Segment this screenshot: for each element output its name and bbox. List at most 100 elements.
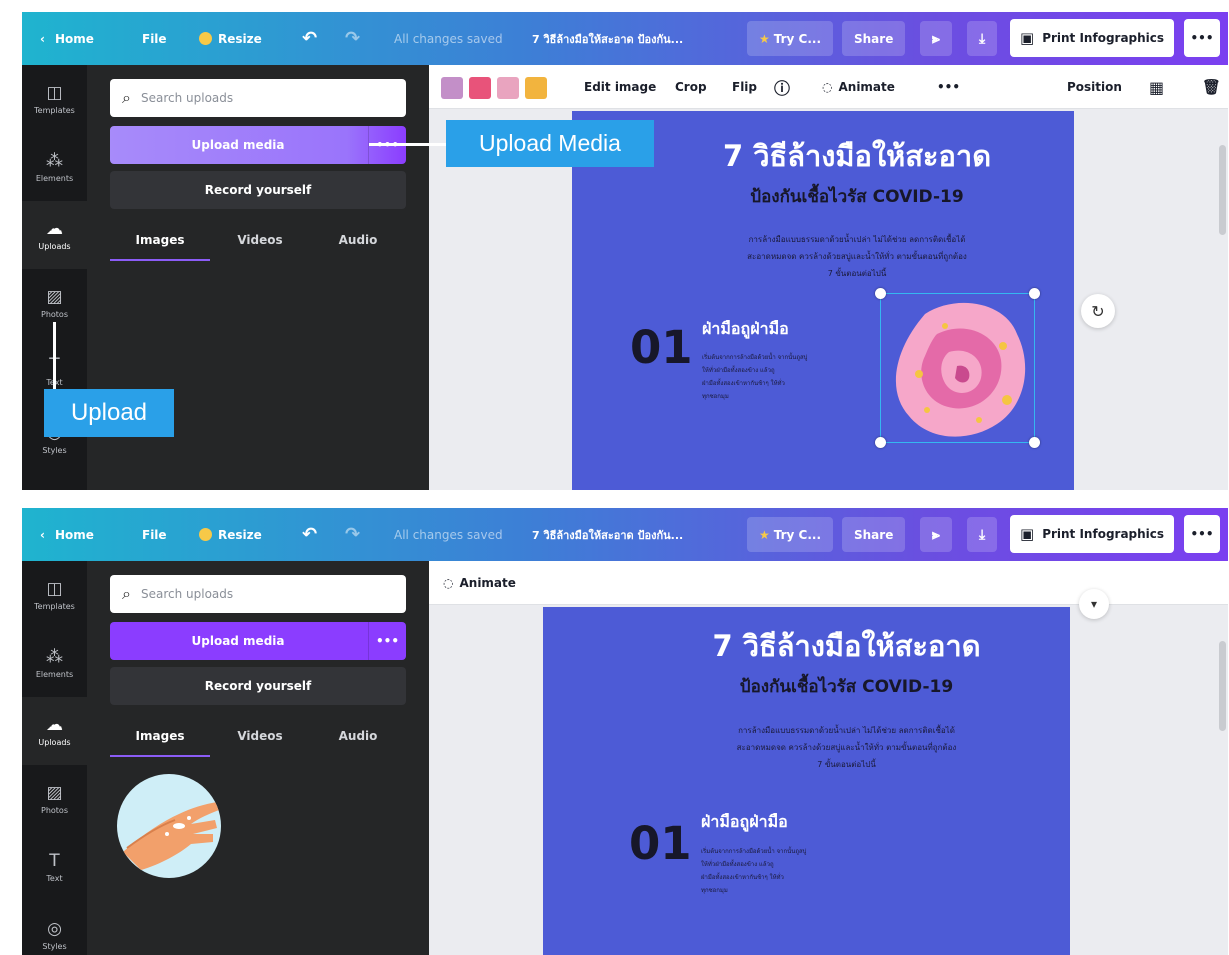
design-subtitle[interactable]: ป้องกันเชื้อไวรัส COVID-19 — [583, 673, 1070, 700]
rail-item-uploads[interactable]: ☁ Uploads — [22, 201, 87, 269]
save-status: All changes saved — [394, 31, 503, 46]
search-input[interactable]: ⌕ Search uploads — [110, 575, 406, 613]
rail-item-templates[interactable]: ◫ Templates — [22, 65, 87, 133]
vertical-scrollbar[interactable] — [1219, 641, 1226, 731]
resize-handle[interactable] — [1029, 288, 1040, 299]
file-menu[interactable]: File — [142, 508, 167, 561]
try-pro-button[interactable]: ★ Try C... — [747, 21, 834, 56]
download-icon[interactable]: ⤓ — [967, 21, 998, 56]
animate-icon: ◌ — [443, 576, 454, 590]
resize-handle[interactable] — [875, 437, 886, 448]
rail-item-styles[interactable]: ◎ Styles — [22, 901, 87, 955]
design-title[interactable]: 7 วิธีล้างมือให้สะอาด — [606, 133, 1074, 179]
desc-line: การล้างมือแบบธรรมดาด้วยน้ำเปล่า ไม่ได้ช่… — [738, 726, 955, 735]
design-description[interactable]: การล้างมือแบบธรรมดาด้วยน้ำเปล่า ไม่ได้ช่… — [606, 231, 1074, 282]
document-title[interactable]: 7 วิธีล้างมือให้สะอาด ป้องกัน... — [532, 12, 683, 65]
insights-icon[interactable]: ⫸ — [920, 21, 952, 56]
file-menu[interactable]: File — [142, 12, 167, 65]
screenshot-before-upload: ‹ Home File Resize ↶ ↷ All changes saved … — [22, 12, 1228, 490]
uploaded-image-thumbnail[interactable] — [117, 774, 221, 878]
rail-item-elements[interactable]: ⁂ Elements — [22, 629, 87, 697]
design-page[interactable]: 7 วิธีล้างมือให้สะอาด ป้องกันเชื้อไวรัส … — [543, 607, 1070, 955]
rotate-icon[interactable]: ↻ — [1081, 294, 1115, 328]
upload-more-icon[interactable]: ••• — [368, 622, 406, 660]
step-number[interactable]: 01 — [629, 817, 692, 870]
undo-icon[interactable]: ↶ — [302, 12, 317, 65]
transparency-icon[interactable]: ▦ — [1149, 65, 1164, 109]
download-icon[interactable]: ⤓ — [967, 517, 998, 552]
more-options-button[interactable]: ••• — [1184, 515, 1220, 553]
resize-handle[interactable] — [1029, 437, 1040, 448]
flip-button[interactable]: Flip — [732, 65, 757, 109]
tab-videos[interactable]: Videos — [210, 729, 310, 757]
rail-item-elements[interactable]: ⁂ Elements — [22, 133, 87, 201]
tab-videos[interactable]: Videos — [210, 233, 310, 261]
design-title[interactable]: 7 วิธีล้างมือให้สะอาด — [583, 623, 1070, 669]
try-pro-button[interactable]: ★ Try C... — [747, 517, 834, 552]
step-title[interactable]: ฝ่ามือถูฝ่ามือ — [701, 810, 788, 835]
color-swatch-4[interactable] — [525, 77, 547, 99]
print-infographics-button[interactable]: ▣ Print Infographics — [1010, 515, 1175, 553]
search-icon: ⌕ — [122, 88, 131, 107]
tab-audio[interactable]: Audio — [310, 233, 406, 261]
more-options-button[interactable]: ••• — [1184, 19, 1220, 57]
print-infographics-button[interactable]: ▣ Print Infographics — [1010, 19, 1175, 57]
delete-icon[interactable]: 🗑 — [1202, 65, 1221, 109]
home-button[interactable]: ‹ Home — [40, 508, 94, 561]
styles-icon: ◎ — [47, 918, 62, 939]
tab-audio[interactable]: Audio — [310, 729, 406, 757]
templates-icon: ◫ — [46, 82, 63, 103]
search-icon: ⌕ — [122, 584, 131, 603]
record-yourself-button[interactable]: Record yourself — [110, 171, 406, 209]
record-yourself-button[interactable]: Record yourself — [110, 667, 406, 705]
search-input[interactable]: ⌕ Search uploads — [110, 79, 406, 117]
animate-button[interactable]: ◌ Animate — [443, 561, 516, 605]
color-swatch-3[interactable] — [497, 77, 519, 99]
resize-handle[interactable] — [875, 288, 886, 299]
scroll-indicator-icon[interactable]: ▾ — [1079, 589, 1109, 619]
step-body[interactable]: เริ่มต้นจากการล้างมือด้วยน้ำ จากนั้นถูสบ… — [702, 351, 872, 403]
color-swatch-2[interactable] — [469, 77, 491, 99]
animate-button[interactable]: ◌ Animate — [822, 65, 895, 109]
rail-label: Uploads — [38, 737, 71, 747]
color-swatch-1[interactable] — [441, 77, 463, 99]
printer-icon: ▣ — [1020, 29, 1035, 47]
rail-item-text[interactable]: T Text — [22, 833, 87, 901]
tab-images[interactable]: Images — [110, 233, 210, 261]
chevron-left-icon: ‹ — [40, 31, 45, 46]
rail-item-templates[interactable]: ◫ Templates — [22, 561, 87, 629]
resize-button[interactable]: Resize — [199, 12, 262, 65]
rail-item-photos[interactable]: ▨ Photos — [22, 765, 87, 833]
printer-icon: ▣ — [1020, 525, 1035, 543]
crop-button[interactable]: Crop — [675, 65, 707, 109]
selection-box[interactable] — [875, 288, 1040, 448]
upload-media-button[interactable]: Upload media ••• — [110, 622, 406, 660]
step-number[interactable]: 01 — [630, 321, 693, 374]
home-button[interactable]: ‹ Home — [40, 12, 94, 65]
redo-icon[interactable]: ↷ — [345, 508, 360, 561]
design-description[interactable]: การล้างมือแบบธรรมดาด้วยน้ำเปล่า ไม่ได้ช่… — [583, 722, 1070, 773]
vertical-scrollbar[interactable] — [1219, 145, 1226, 235]
share-button[interactable]: Share — [842, 21, 906, 56]
step-body[interactable]: เริ่มต้นจากการล้างมือด้วยน้ำ จากนั้นถูสบ… — [701, 845, 871, 897]
share-button[interactable]: Share — [842, 517, 906, 552]
redo-icon[interactable]: ↷ — [345, 12, 360, 65]
resize-button[interactable]: Resize — [199, 508, 262, 561]
design-subtitle[interactable]: ป้องกันเชื้อไวรัส COVID-19 — [606, 183, 1074, 210]
resize-label: Resize — [218, 527, 262, 542]
rail-item-uploads[interactable]: ☁ Uploads — [22, 697, 87, 765]
star-icon: ★ — [759, 527, 770, 542]
desc-line: 7 ขั้นตอนต่อไปนี้ — [817, 760, 876, 769]
info-icon[interactable]: ⓘ — [774, 65, 790, 109]
upload-media-label: Upload media — [191, 138, 285, 152]
more-tools-button[interactable]: ••• — [937, 65, 960, 109]
tab-images[interactable]: Images — [110, 729, 210, 757]
undo-icon[interactable]: ↶ — [302, 508, 317, 561]
edit-image-button[interactable]: Edit image — [584, 65, 656, 109]
position-button[interactable]: Position — [1067, 65, 1122, 109]
document-title[interactable]: 7 วิธีล้างมือให้สะอาด ป้องกัน... — [532, 508, 683, 561]
insights-icon[interactable]: ⫸ — [920, 517, 952, 552]
step-title[interactable]: ฝ่ามือถูฝ่ามือ — [702, 317, 789, 342]
top-bar: ‹ Home File Resize ↶ ↷ All changes saved … — [22, 508, 1228, 561]
upload-media-button[interactable]: Upload media ••• — [110, 126, 406, 164]
